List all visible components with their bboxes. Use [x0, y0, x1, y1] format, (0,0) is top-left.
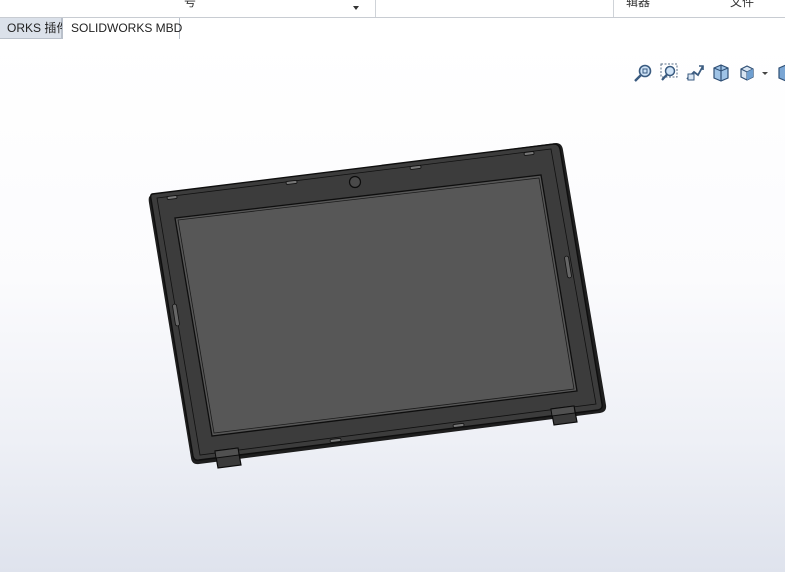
ribbon-item-1[interactable]: 号 [184, 0, 196, 10]
bumper-slot [523, 151, 535, 156]
hinge-left [214, 447, 242, 469]
ribbon-separator [613, 0, 614, 17]
display-panel [174, 174, 578, 437]
command-manager-tabs: ORKS 插件 SOLIDWORKS MBD [0, 18, 785, 40]
laptop-screen-model[interactable] [0, 40, 785, 572]
ribbon-strip: 号 辑器 文件 [0, 0, 785, 18]
ribbon-item-3[interactable]: 文件 [730, 0, 754, 10]
ribbon-dropdown-arrow-icon[interactable] [353, 6, 359, 10]
tab-solidworks-mbd[interactable]: SOLIDWORKS MBD [62, 18, 182, 39]
bumper-slot [166, 195, 178, 200]
graphics-viewport[interactable] [0, 40, 785, 572]
tab-solidworks-addins[interactable]: ORKS 插件 [0, 18, 68, 39]
webcam [348, 175, 362, 189]
ribbon-separator [375, 0, 376, 17]
ribbon-item-2[interactable]: 辑器 [626, 0, 650, 10]
hinge-right [550, 405, 578, 426]
